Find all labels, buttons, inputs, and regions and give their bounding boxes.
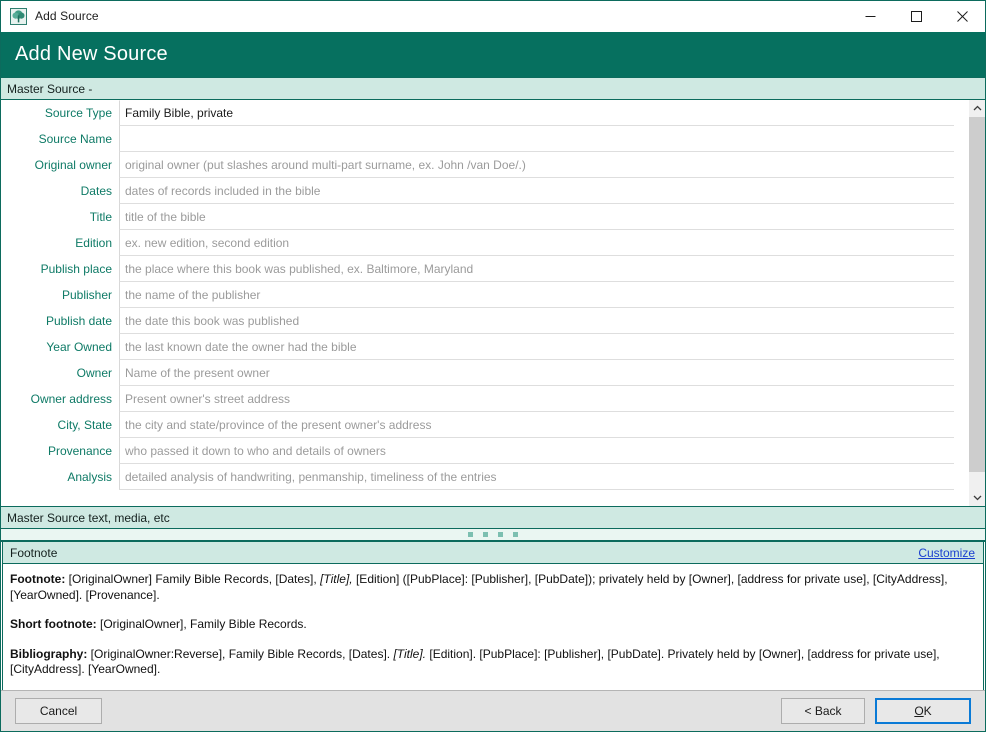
window-title: Add Source [35,9,99,23]
form-field-label: Source Type [1,100,119,126]
form-row: Datesdates of records included in the bi… [1,178,968,204]
scrollbar-track[interactable] [969,117,985,489]
form-field-label: City, State [1,412,119,438]
form-field-label: Publisher [1,282,119,308]
tree-icon [10,8,27,25]
page-title: Add New Source [15,43,168,66]
form-row: Editionex. new edition, second edition [1,230,968,256]
ok-button-label: O [914,704,923,718]
dialog-footer: Cancel < Back OK [1,690,985,731]
master-source-text-band: Master Source text, media, etc [1,506,985,529]
chevron-down-icon[interactable] [969,489,985,506]
footnote-panel-title: Footnote [10,546,57,560]
window-controls [847,1,985,32]
form-field-input[interactable]: Family Bible, private [119,100,954,126]
grip-dot [513,532,518,537]
form-field-label: Analysis [1,464,119,490]
ok-button[interactable]: OK [875,698,971,724]
form-field-input[interactable]: Name of the present owner [119,360,954,386]
form-field-label: Source Name [1,126,119,152]
form-field-input[interactable]: original owner (put slashes around multi… [119,152,954,178]
form-field-input[interactable]: dates of records included in the bible [119,178,954,204]
form-field-input[interactable] [119,126,954,152]
form-field-label: Provenance [1,438,119,464]
form-field-label: Owner [1,360,119,386]
footnote-entry-part: [OriginalOwner] Family Bible Records, [D… [65,572,320,586]
chevron-up-icon[interactable] [969,100,985,117]
master-source-text-band-label: Master Source text, media, etc [7,511,170,525]
form-field-input[interactable]: who passed it down to who and details of… [119,438,954,464]
close-icon[interactable] [939,1,985,32]
grip-dot [498,532,503,537]
form-row: Source TypeFamily Bible, private [1,100,968,126]
footnote-entry-part: [OriginalOwner:Reverse], Family Bible Re… [87,647,393,661]
form-row: Year Ownedthe last known date the owner … [1,334,968,360]
footnote-entry-label: Footnote: [10,572,65,586]
form-row: Publish datethe date this book was publi… [1,308,968,334]
form-field-input[interactable]: ex. new edition, second edition [119,230,954,256]
form-field-input[interactable]: the name of the publisher [119,282,954,308]
source-form-rows: Source TypeFamily Bible, privateSource N… [1,100,968,506]
form-field-label: Dates [1,178,119,204]
panel-splitter[interactable] [1,529,985,542]
back-button[interactable]: < Back [781,698,865,724]
form-row: Source Name [1,126,968,152]
form-field-label: Original owner [1,152,119,178]
form-field-label: Owner address [1,386,119,412]
source-form: Source TypeFamily Bible, privateSource N… [1,100,985,506]
form-row: Original owneroriginal owner (put slashe… [1,152,968,178]
form-row: City, Statethe city and state/province o… [1,412,968,438]
form-field-label: Title [1,204,119,230]
footnote-panel-header: Footnote Customize [3,542,983,564]
form-row: Analysisdetailed analysis of handwriting… [1,464,968,490]
footnote-preview-text: Footnote: [OriginalOwner] Family Bible R… [3,564,983,690]
cancel-button[interactable]: Cancel [15,698,102,724]
form-row: Provenancewho passed it down to who and … [1,438,968,464]
form-field-input[interactable]: the last known date the owner had the bi… [119,334,954,360]
add-source-window: Add Source Add New Source Master Source … [0,0,986,732]
footnote-entry-label: Short footnote: [10,617,97,631]
customize-link[interactable]: Customize [918,546,975,560]
form-field-input[interactable]: the place where this book was published,… [119,256,954,282]
page-header: Add New Source [1,32,985,77]
form-field-label: Year Owned [1,334,119,360]
form-row: OwnerName of the present owner [1,360,968,386]
form-scrollbar[interactable] [968,100,985,506]
footnote-entry-part: [Title], [320,572,353,586]
form-row: Titletitle of the bible [1,204,968,230]
master-source-band-label: Master Source - [7,82,92,96]
footnote-entry: Footnote: [OriginalOwner] Family Bible R… [10,572,973,603]
scrollbar-thumb[interactable] [969,117,985,472]
footnote-entry-label: Bibliography: [10,647,87,661]
maximize-icon[interactable] [893,1,939,32]
form-row: Publish placethe place where this book w… [1,256,968,282]
form-field-input[interactable]: Present owner's street address [119,386,954,412]
form-field-label: Edition [1,230,119,256]
master-source-band: Master Source - [1,77,985,100]
form-field-input[interactable]: the city and state/province of the prese… [119,412,954,438]
form-field-input[interactable]: the date this book was published [119,308,954,334]
grip-dot [483,532,488,537]
footnote-entry-part: [Title]. [393,647,426,661]
window-titlebar: Add Source [1,1,985,32]
form-row: Publisherthe name of the publisher [1,282,968,308]
footnote-panel: Footnote Customize Footnote: [OriginalOw… [2,542,984,690]
footnote-entry: Short footnote: [OriginalOwner], Family … [10,617,973,633]
form-field-label: Publish date [1,308,119,334]
form-field-input[interactable]: detailed analysis of handwriting, penman… [119,464,954,490]
footnote-entry-part: [OriginalOwner], Family Bible Records. [97,617,307,631]
form-field-label: Publish place [1,256,119,282]
minimize-icon[interactable] [847,1,893,32]
form-row: Owner addressPresent owner's street addr… [1,386,968,412]
grip-dot [468,532,473,537]
form-field-input[interactable]: title of the bible [119,204,954,230]
footnote-entry: Bibliography: [OriginalOwner:Reverse], F… [10,647,973,678]
